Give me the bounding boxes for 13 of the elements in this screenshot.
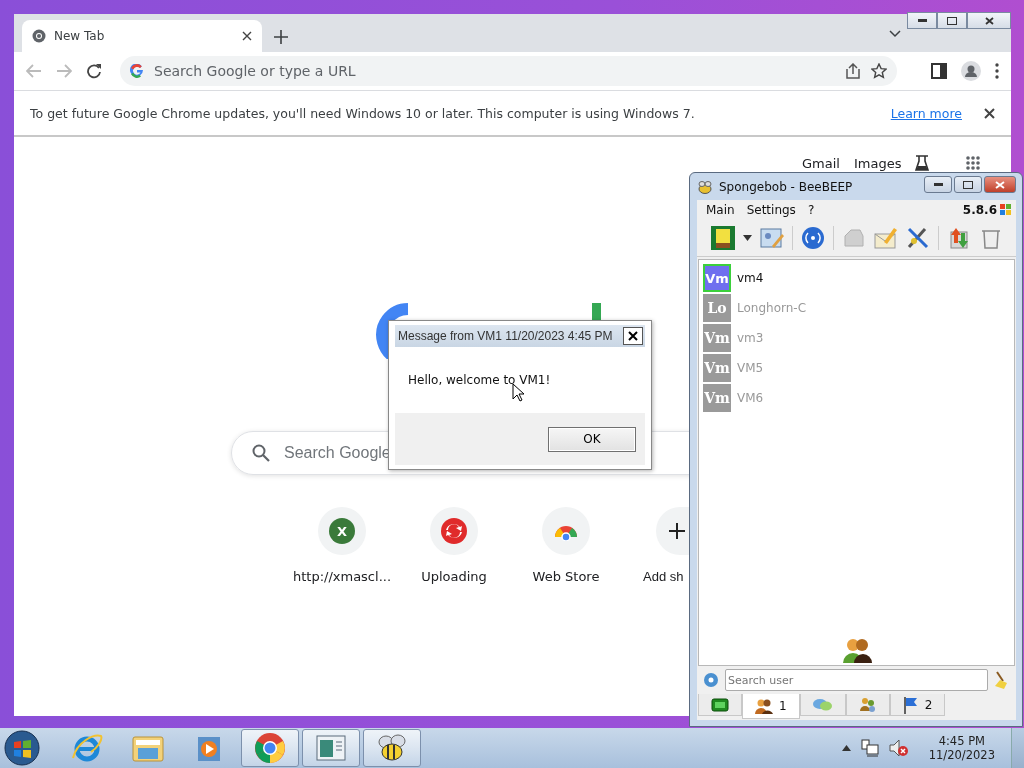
dialog-message: Hello, welcome to VM1! bbox=[408, 373, 551, 387]
update-message: To get future Google Chrome updates, you'll need Windows 10 or later. This computer is using Windows 7. bbox=[30, 105, 696, 121]
version-label: 5.8.6 bbox=[962, 203, 997, 217]
user-avatar: Lo bbox=[703, 294, 731, 322]
dialog-title: Message from VM1 11/20/2023 4:45 PM bbox=[398, 329, 613, 343]
address-placeholder: Search Google or type a URL bbox=[154, 63, 357, 79]
window-title: Spongebob - BeeBEEP bbox=[719, 179, 854, 194]
shortcut-letter-icon: X bbox=[329, 518, 355, 544]
user-avatar: Vm bbox=[703, 354, 731, 382]
user-avatar: Vm bbox=[703, 384, 731, 412]
user-avatar: Vm bbox=[703, 264, 731, 292]
user-avatar: Vm bbox=[703, 324, 731, 352]
search-placeholder: Search Google bbox=[284, 444, 391, 462]
